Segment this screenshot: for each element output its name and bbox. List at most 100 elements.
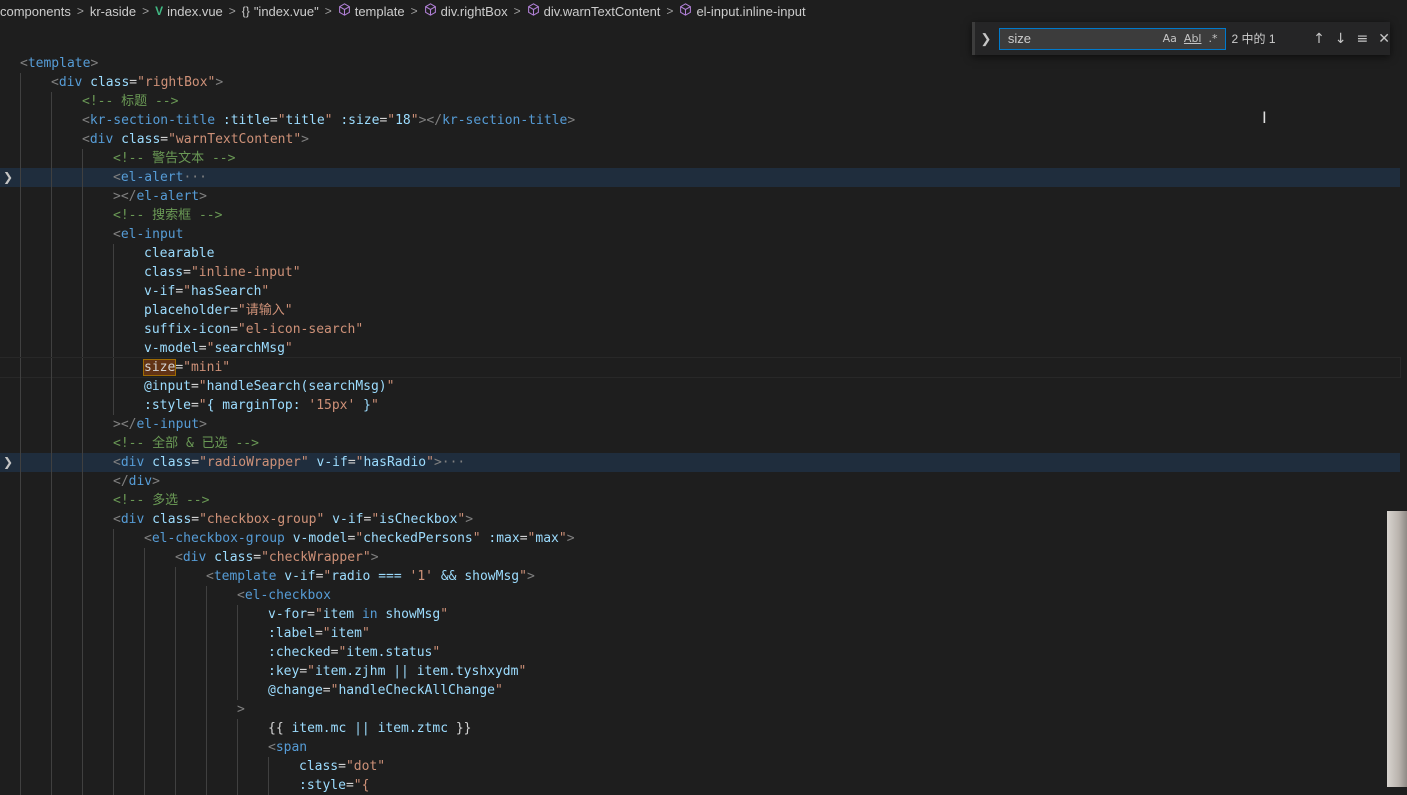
indent-guide xyxy=(20,396,21,415)
indent-guide xyxy=(20,73,21,92)
code-line[interactable]: </div> xyxy=(0,472,1400,491)
breadcrumb-item[interactable]: el-input.inline-input xyxy=(679,3,806,19)
code-line[interactable]: suffix-icon="el-icon-search" xyxy=(0,320,1400,339)
previous-match-arrow-up-icon[interactable]: ↑ xyxy=(1313,31,1325,47)
code-token: > xyxy=(237,702,245,717)
indent-guide xyxy=(51,187,52,206)
code-line[interactable]: <template v-if="radio === '1' && showMsg… xyxy=(0,567,1400,586)
code-line[interactable]: class="dot" xyxy=(0,757,1400,776)
find-in-selection-icon[interactable]: ≡ xyxy=(1357,31,1369,47)
fold-chevron-right-icon[interactable]: ❯ xyxy=(3,453,13,472)
close-icon[interactable]: ✕ xyxy=(1378,31,1390,47)
code-line[interactable]: ❯ <el-alert··· xyxy=(0,168,1400,187)
code-line[interactable]: <!-- 全部 & 已选 --> xyxy=(0,434,1400,453)
code-line[interactable]: <el-checkbox-group v-model="checkedPerso… xyxy=(0,529,1400,548)
breadcrumb-item[interactable]: template xyxy=(338,3,405,19)
code-line[interactable]: v-for="item in showMsg" xyxy=(0,605,1400,624)
breadcrumb-item[interactable]: Vindex.vue xyxy=(155,4,223,19)
indent-guide xyxy=(82,491,83,510)
code-line[interactable]: v-if="hasSearch" xyxy=(0,282,1400,301)
indent-guide xyxy=(206,719,207,738)
find-input[interactable] xyxy=(1005,30,1163,47)
code-token: class xyxy=(90,75,130,90)
code-token: " xyxy=(322,626,331,641)
code-token: > xyxy=(465,512,474,527)
code-line[interactable]: @change="handleCheckAllChange" xyxy=(0,681,1400,700)
code-line[interactable]: <el-input xyxy=(0,225,1400,244)
code-token: < xyxy=(268,740,276,755)
code-line[interactable]: size="mini" xyxy=(0,357,1401,378)
code-token: { marginTop: xyxy=(206,398,309,413)
code-token: handleCheckAllChange xyxy=(338,683,495,698)
code-line[interactable]: v-model="searchMsg" xyxy=(0,339,1400,358)
toggle-replace-chevron-icon[interactable]: ❯ xyxy=(972,22,997,55)
code-line-text: <div class="checkbox-group" v-if="isChec… xyxy=(113,510,473,529)
code-line[interactable]: clearable xyxy=(0,244,1400,263)
indent-guide xyxy=(82,225,83,244)
code-line[interactable]: <div class="rightBox"> xyxy=(0,73,1400,92)
code-line[interactable]: placeholder="请输入" xyxy=(0,301,1400,320)
code-line[interactable]: <!-- 搜索框 --> xyxy=(0,206,1400,225)
indent-guide xyxy=(51,681,52,700)
code-token: <!-- 全部 & 已选 --> xyxy=(113,436,259,451)
indent-guide xyxy=(144,662,145,681)
code-line[interactable]: <!-- 多选 --> xyxy=(0,491,1400,510)
indent-guide xyxy=(20,415,21,434)
code-line[interactable]: ></el-input> xyxy=(0,415,1400,434)
code-token: max xyxy=(535,531,559,546)
code-line[interactable]: <span xyxy=(0,738,1400,757)
indent-guide xyxy=(20,206,21,225)
fold-chevron-right-icon[interactable]: ❯ xyxy=(3,168,13,187)
code-token: = xyxy=(322,683,331,698)
indent-guide xyxy=(144,567,145,586)
breadcrumb-item[interactable]: div.rightBox xyxy=(424,3,508,19)
code-line[interactable]: <el-checkbox xyxy=(0,586,1400,605)
match-case-icon[interactable]: Aa xyxy=(1163,32,1177,45)
code-token: v-if xyxy=(316,455,348,470)
breadcrumb-item[interactable]: {} "index.vue" xyxy=(242,4,319,19)
code-line-text: </div> xyxy=(113,472,160,491)
code-token: el-input xyxy=(136,417,200,432)
code-line[interactable]: @input="handleSearch(searchMsg)" xyxy=(0,377,1400,396)
code-lines[interactable]: <template> <div class="rightBox"> <!-- 标题 … xyxy=(0,54,1401,795)
code-editor[interactable]: <template> <div class="rightBox"> <!-- 标题 … xyxy=(0,22,1407,795)
code-line[interactable]: <kr-section-title :title="title" :size="… xyxy=(0,111,1400,130)
chevron-right-icon: > xyxy=(666,4,674,18)
indent-guide xyxy=(20,358,21,377)
regex-icon[interactable]: .* xyxy=(1209,32,1218,45)
code-line-text: @change="handleCheckAllChange" xyxy=(268,681,503,700)
code-line[interactable]: :checked="item.status" xyxy=(0,643,1400,662)
indent-guide xyxy=(51,605,52,624)
code-line[interactable]: <div class="warnTextContent"> xyxy=(0,130,1400,149)
breadcrumb-item[interactable]: kr-aside xyxy=(90,4,136,19)
code-line[interactable]: <div class="checkWrapper"> xyxy=(0,548,1400,567)
find-input-box[interactable]: Aa Abl .* xyxy=(998,27,1226,50)
code-line[interactable]: <div class="checkbox-group" v-if="isChec… xyxy=(0,510,1400,529)
breadcrumb-item[interactable]: components xyxy=(0,4,71,19)
code-line[interactable]: :style="{ xyxy=(0,776,1400,795)
indent-guide xyxy=(113,282,114,301)
indent-guide xyxy=(20,757,21,776)
code-token: v-if xyxy=(144,284,176,299)
code-line[interactable]: ❯ <div class="radioWrapper" v-if="hasRadi… xyxy=(0,453,1400,472)
indent-guide xyxy=(144,738,145,757)
code-line[interactable]: class="inline-input" xyxy=(0,263,1400,282)
code-line-text: <div class="warnTextContent"> xyxy=(82,130,309,149)
indent-guide xyxy=(51,92,52,111)
code-line[interactable]: > xyxy=(0,700,1400,719)
indent-guide xyxy=(51,149,52,168)
code-token: span xyxy=(275,740,308,755)
code-line[interactable]: :style="{ marginTop: '15px' }" xyxy=(0,396,1400,415)
code-line[interactable]: <template> xyxy=(0,54,1400,73)
code-line[interactable]: :label="item" xyxy=(0,624,1400,643)
code-line[interactable]: <!-- 标题 --> xyxy=(0,92,1400,111)
breadcrumb-label: div.warnTextContent xyxy=(543,3,661,19)
next-match-arrow-down-icon[interactable]: ↓ xyxy=(1335,31,1347,47)
code-line[interactable]: ></el-alert> xyxy=(0,187,1400,206)
code-token: " xyxy=(472,531,481,546)
code-line[interactable]: :key="item.zjhm || item.tyshxydm" xyxy=(0,662,1400,681)
whole-word-icon[interactable]: Abl xyxy=(1184,32,1202,45)
breadcrumb-item[interactable]: div.warnTextContent xyxy=(527,3,661,19)
code-line[interactable]: {{ item.mc || item.ztmc }} xyxy=(0,719,1400,738)
code-line[interactable]: <!-- 警告文本 --> xyxy=(0,149,1400,168)
